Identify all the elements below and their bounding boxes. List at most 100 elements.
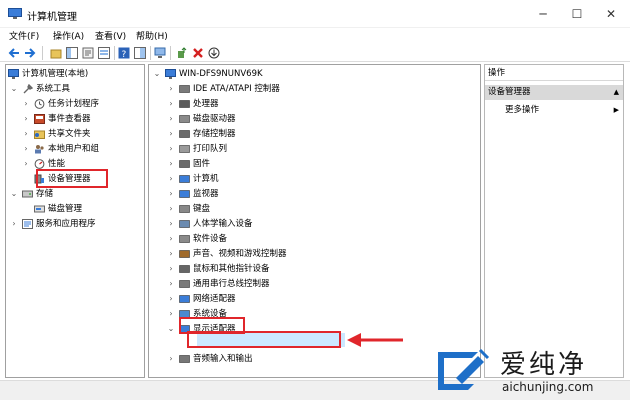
keyboard-icon [179, 205, 190, 213]
device-tree-item-label: 处理器 [193, 99, 219, 109]
chevron-right-icon[interactable]: › [167, 97, 175, 111]
tree-node-label: 服务和应用程序 [36, 219, 96, 229]
chevron-right-icon[interactable]: › [167, 142, 175, 156]
mouse-icon [179, 265, 190, 273]
device-tree-item-label: 声音、视频和游戏控制器 [193, 249, 287, 259]
computer-management-icon [8, 8, 22, 19]
download-icon[interactable] [208, 47, 220, 59]
chevron-right-icon[interactable]: › [22, 112, 30, 126]
disk-drive-icon [179, 115, 190, 123]
menu-file[interactable]: 文件(F) [9, 29, 39, 42]
chevron-right-icon[interactable]: › [22, 142, 30, 156]
device-tree-item-label: 打印队列 [193, 144, 228, 154]
watermark-url: aichunjing.com [502, 380, 594, 394]
forward-icon[interactable] [24, 47, 36, 59]
computer-icon [179, 175, 190, 183]
maximize-button[interactable]: ☐ [562, 4, 592, 24]
toolbar-separator [170, 46, 171, 60]
back-icon[interactable] [8, 47, 20, 59]
toolbar-separator [42, 46, 43, 60]
view-pane-icon[interactable] [134, 47, 146, 59]
update-driver-icon[interactable] [176, 47, 188, 59]
chevron-right-icon[interactable]: › [167, 352, 175, 366]
properties-icon[interactable] [82, 47, 94, 59]
chevron-right-icon[interactable]: › [167, 127, 175, 141]
chevron-right-icon[interactable]: › [22, 157, 30, 171]
processor-icon [179, 100, 190, 108]
audio-io-icon [179, 355, 190, 363]
device-tree-item-label: 音频输入和输出 [193, 354, 253, 364]
chevron-right-icon[interactable]: › [167, 277, 175, 291]
close-button[interactable]: ✕ [596, 4, 626, 24]
watermark-text: 爱纯净 [500, 350, 588, 380]
disk-icon [34, 205, 45, 213]
chevron-right-icon[interactable]: › [167, 262, 175, 276]
chevron-right-icon[interactable]: › [167, 112, 175, 126]
device-tree-item-label: 通用串行总线控制器 [193, 279, 270, 289]
chevron-right-icon[interactable]: › [167, 292, 175, 306]
actions-section-device-manager[interactable]: 设备管理器 ▲ [485, 85, 623, 100]
chevron-right-icon[interactable]: › [167, 247, 175, 261]
software-device-icon [179, 235, 190, 243]
device-tree-item-label: 监视器 [193, 189, 219, 199]
menu-view[interactable]: 查看(V) [95, 29, 126, 42]
menu-help[interactable]: 帮助(H) [136, 29, 168, 42]
scan-hardware-icon[interactable] [154, 47, 166, 59]
chevron-right-icon[interactable]: › [22, 97, 30, 111]
navigation-pane: 计算机管理(本地) ⌄ 系统工具 › 任务计划程序 › 事件查看器 › 共享文件… [5, 64, 145, 378]
chevron-right-icon[interactable]: › [167, 82, 175, 96]
tree-node-label: 存储 [36, 189, 54, 199]
chevron-down-icon[interactable]: ⌄ [10, 187, 18, 201]
show-hide-tree-icon[interactable] [66, 47, 78, 59]
chevron-right-icon[interactable]: › [167, 172, 175, 186]
uninstall-icon[interactable] [192, 47, 204, 59]
chevron-right-icon[interactable]: › [167, 307, 175, 321]
tree-node-label: 计算机管理(本地) [22, 69, 89, 79]
watermark-logo-icon [438, 348, 490, 390]
list-view-icon[interactable] [98, 47, 110, 59]
computer-management-icon [8, 69, 19, 79]
clock-icon [34, 99, 45, 109]
device-tree-item-label: IDE ATA/ATAPI 控制器 [193, 84, 280, 94]
chevron-down-icon[interactable]: ⌄ [153, 67, 161, 81]
device-tree-item-label: 软件设备 [193, 234, 228, 244]
chevron-right-icon[interactable]: › [22, 127, 30, 141]
chevron-right-icon[interactable]: › [10, 217, 18, 231]
toolbar-separator [150, 46, 151, 60]
usb-icon [179, 280, 190, 288]
menu-action[interactable]: 操作(A) [53, 29, 84, 42]
chevron-right-icon[interactable]: › [167, 187, 175, 201]
watermark: 爱纯净 aichunjing.com [430, 342, 630, 400]
chevron-down-icon[interactable]: ⌄ [10, 82, 18, 96]
actions-pane: 操作 设备管理器 ▲ 更多操作 ▶ [484, 64, 624, 378]
chevron-right-icon[interactable]: › [167, 232, 175, 246]
minimize-button[interactable]: ─ [528, 4, 558, 24]
highlight-box-gpu [187, 331, 341, 348]
computer-icon [165, 69, 176, 79]
help-icon[interactable]: ? [118, 47, 130, 59]
chevron-down-icon[interactable]: ⌄ [167, 322, 175, 336]
event-viewer-icon [34, 114, 45, 124]
services-icon [22, 219, 33, 229]
up-folder-icon[interactable] [50, 47, 62, 59]
collapse-icon[interactable]: ▲ [614, 85, 619, 100]
more-actions-link[interactable]: 更多操作 [505, 103, 539, 117]
tree-node-label: 系统工具 [36, 84, 71, 94]
tree-node-label: 磁盘管理 [48, 204, 83, 214]
toolbar: ? [0, 44, 630, 62]
title-bar: 计算机管理 ─ ☐ ✕ [0, 0, 630, 28]
chevron-right-icon[interactable]: › [167, 202, 175, 216]
red-arrow-icon [347, 333, 403, 347]
menu-bar: 文件(F) 操作(A) 查看(V) 帮助(H) [0, 28, 630, 44]
monitor-icon [179, 190, 190, 198]
device-tree-item-label: 键盘 [193, 204, 211, 214]
chevron-right-icon[interactable]: › [167, 217, 175, 231]
firmware-icon [179, 160, 190, 168]
device-tree-item-label: 固件 [193, 159, 211, 169]
device-tree-item-label: 网络适配器 [193, 294, 236, 304]
device-tree-item-label: 存储控制器 [193, 129, 236, 139]
chevron-right-icon[interactable]: › [167, 157, 175, 171]
toolbar-separator [114, 46, 115, 60]
tree-node-label: 本地用户和组 [48, 144, 100, 154]
svg-text:?: ? [122, 50, 127, 59]
